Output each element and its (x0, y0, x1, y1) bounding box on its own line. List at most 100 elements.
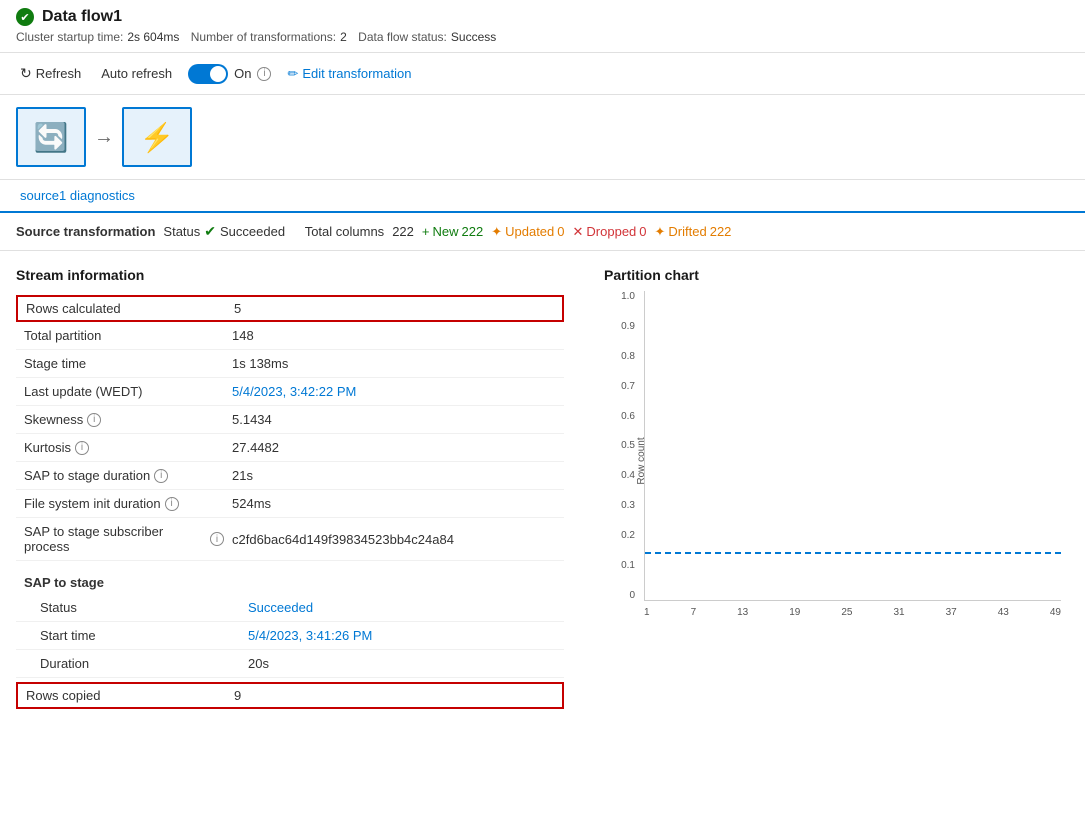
rows-copied-val: 9 (234, 688, 554, 703)
drifted-label: Drifted (668, 224, 706, 239)
drifted-badge: ✦ Drifted 222 (655, 224, 732, 240)
diagram-area: 🔄 → ⚡ (0, 95, 1085, 180)
rows-calculated-val: 5 (234, 301, 554, 316)
x-label-43: 43 (998, 607, 1009, 618)
y-label-06: 0.6 (621, 411, 635, 422)
flow-status-label: Data flow status: (358, 30, 447, 44)
new-plus-icon: + (422, 224, 430, 239)
title-row: ✔ Data flow1 (16, 8, 1069, 26)
cluster-label: Cluster startup time: (16, 30, 123, 44)
y-label-10: 1.0 (621, 291, 635, 302)
kurtosis-val: 27.4482 (232, 440, 556, 455)
stream-info-title: Stream information (16, 267, 564, 283)
info-row-skewness: Skewness i 5.1434 (16, 406, 564, 434)
refresh-icon: ↻ (20, 65, 32, 82)
sap-start-time-key: Start time (40, 628, 240, 643)
sap-subscriber-val: c2fd6bac64d149f39834523bb4c24a84 (232, 532, 556, 547)
kurtosis-key: Kurtosis i (24, 440, 224, 455)
edit-icon: ✏ (287, 66, 298, 82)
chart-container: 1.0 0.9 0.8 0.7 0.6 0.5 0.4 0.3 0.2 0.1 … (604, 291, 1061, 631)
dropped-value: 0 (639, 224, 646, 239)
status-check-icon: ✔ (204, 223, 216, 240)
sap-duration2-val: 20s (248, 656, 556, 671)
source-node-icon: 🔄 (34, 121, 69, 154)
sap-status-key: Status (40, 600, 240, 615)
sap-subscriber-info-icon: i (210, 532, 224, 546)
auto-refresh-toggle-wrap: On i (188, 64, 271, 84)
info-row-total-partition: Total partition 148 (16, 322, 564, 350)
last-update-key: Last update (WEDT) (24, 384, 224, 399)
sap-duration2-key: Duration (40, 656, 240, 671)
transformations-label: Number of transformations: (191, 30, 336, 44)
header-bar: ✔ Data flow1 Cluster startup time: 2s 60… (0, 0, 1085, 53)
dropped-label: Dropped (586, 224, 636, 239)
stage-time-val: 1s 138ms (232, 356, 556, 371)
dropped-badge: ✕ Dropped 0 (573, 224, 647, 240)
sap-start-time-val: 5/4/2023, 3:41:26 PM (248, 628, 556, 643)
dest-node[interactable]: ⚡ (122, 107, 192, 167)
y-label-02: 0.2 (621, 530, 635, 541)
edit-transformation-button[interactable]: ✏ Edit transformation (287, 66, 411, 82)
content-area: Stream information Rows calculated 5 Tot… (0, 251, 1085, 725)
status-icon-green: ✔ (16, 8, 34, 26)
x-label-19: 19 (789, 607, 800, 618)
chart-x-axis: 1 7 13 19 25 31 37 43 49 (644, 603, 1061, 631)
y-label-09: 0.9 (621, 321, 635, 332)
stage-time-key: Stage time (24, 356, 224, 371)
arrow-connector: → (94, 126, 114, 149)
chart-dashed-line (645, 552, 1061, 554)
refresh-label: Refresh (36, 66, 82, 81)
toggle-on-label: On (234, 66, 251, 81)
tab-source1-diagnostics[interactable]: source1 diagnostics (16, 180, 139, 213)
auto-refresh-label: Auto refresh (101, 66, 172, 81)
x-label-25: 25 (841, 607, 852, 618)
chart-y-axis: 1.0 0.9 0.8 0.7 0.6 0.5 0.4 0.3 0.2 0.1 … (604, 291, 639, 601)
cluster-value: 2s 604ms (127, 30, 179, 44)
info-row-rows-calculated: Rows calculated 5 (16, 295, 564, 322)
y-label-03: 0.3 (621, 500, 635, 511)
x-label-49: 49 (1050, 607, 1061, 618)
y-label-04: 0.4 (621, 470, 635, 481)
source-node[interactable]: 🔄 (16, 107, 86, 167)
dropped-x-icon: ✕ (573, 224, 584, 240)
status-value: Succeeded (220, 224, 285, 239)
diag-status: Status ✔ Succeeded (163, 223, 285, 240)
updated-badge: ✦ Updated 0 (491, 224, 564, 240)
refresh-button[interactable]: ↻ Refresh (16, 61, 85, 86)
drifted-star-icon: ✦ (655, 224, 666, 240)
tab-bar: source1 diagnostics (0, 180, 1085, 213)
info-row-stage-time: Stage time 1s 138ms (16, 350, 564, 378)
sap-section-header: SAP to stage (16, 565, 564, 594)
sap-status-val: Succeeded (248, 600, 556, 615)
new-badge: + New 222 (422, 224, 483, 239)
chart-title: Partition chart (604, 267, 1061, 283)
new-label: New (432, 224, 458, 239)
rows-copied-key: Rows copied (26, 688, 226, 703)
total-partition-key: Total partition (24, 328, 224, 343)
info-row-sap-start-time: Start time 5/4/2023, 3:41:26 PM (16, 622, 564, 650)
sap-subscriber-key: SAP to stage subscriber process i (24, 524, 224, 554)
fs-init-val: 524ms (232, 496, 556, 511)
page-title: Data flow1 (42, 8, 122, 26)
sep1 (293, 224, 297, 239)
info-row-sap-duration: SAP to stage duration i 21s (16, 462, 564, 490)
total-columns-value: 222 (392, 224, 414, 239)
auto-refresh-toggle[interactable] (188, 64, 228, 84)
y-label-05: 0.5 (621, 440, 635, 451)
rows-calculated-key: Rows calculated (26, 301, 226, 316)
y-label-08: 0.8 (621, 351, 635, 362)
x-label-37: 37 (946, 607, 957, 618)
info-row-sap-subscriber: SAP to stage subscriber process i c2fd6b… (16, 518, 564, 561)
updated-star-icon: ✦ (491, 224, 502, 240)
source-transformation-label: Source transformation (16, 224, 155, 239)
sap-duration-info-icon: i (154, 469, 168, 483)
stream-info-panel: Stream information Rows calculated 5 Tot… (0, 251, 580, 725)
updated-value: 0 (557, 224, 564, 239)
info-row-sap-status: Status Succeeded (16, 594, 564, 622)
y-label-01: 0.1 (621, 560, 635, 571)
chart-plot-area (644, 291, 1061, 601)
fs-init-key: File system init duration i (24, 496, 224, 511)
edit-label: Edit transformation (302, 66, 411, 81)
sap-duration-val: 21s (232, 468, 556, 483)
transformations-value: 2 (340, 30, 347, 44)
